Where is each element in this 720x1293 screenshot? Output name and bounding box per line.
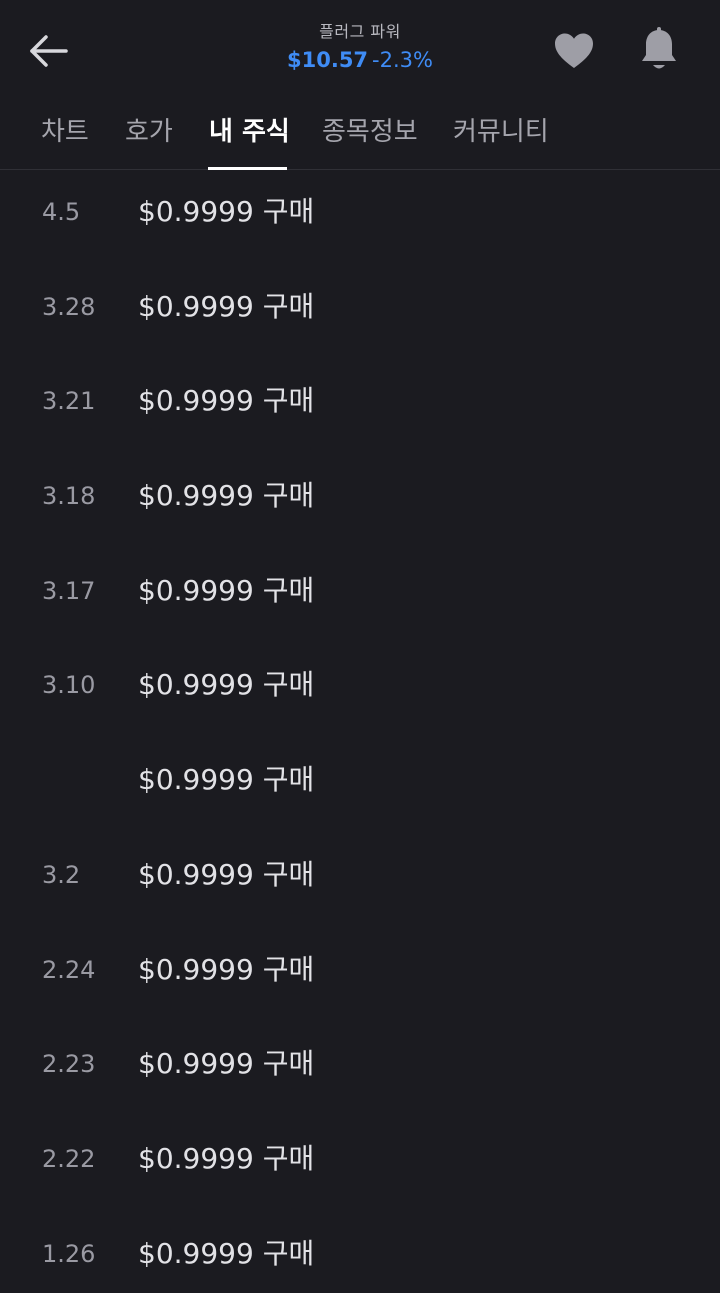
- transaction-description: $0.9999 구매: [138, 1044, 314, 1084]
- transaction-row[interactable]: 3.21 $0.9999 구매: [0, 359, 720, 454]
- stock-name: 플러그 파워: [319, 22, 401, 41]
- transaction-date: 3.17: [42, 576, 96, 605]
- transaction-date: 3.10: [42, 671, 96, 700]
- transaction-amount: $0.9999: [138, 1141, 254, 1175]
- transaction-type: 구매: [262, 573, 315, 607]
- transaction-description: $0.9999 구매: [138, 760, 314, 800]
- transaction-row[interactable]: 3.10 $0.9999 구매: [0, 643, 720, 738]
- transaction-date: 3.28: [42, 292, 96, 321]
- transaction-type: 구매: [262, 1047, 315, 1081]
- back-arrow-icon: [30, 35, 68, 67]
- transaction-row[interactable]: $0.9999 구매: [0, 738, 720, 833]
- heart-icon: [555, 33, 593, 68]
- transaction-description: $0.9999 구매: [138, 381, 314, 421]
- transaction-amount: $0.9999: [138, 384, 254, 418]
- app-root: 플러그 파워 $10.57 -2.3% 차트 호가 내 주식 종목정보 커뮤니티 …: [0, 0, 720, 1293]
- transaction-list: 4.5 $0.9999 구매 3.28 $0.9999 구매 3.21 $0.9999 구…: [0, 170, 720, 1293]
- transaction-amount: $0.9999: [138, 1047, 254, 1081]
- transaction-date: 3.2: [42, 860, 81, 889]
- transaction-row[interactable]: 3.17 $0.9999 구매: [0, 549, 720, 644]
- transaction-description: $0.9999 구매: [138, 950, 314, 990]
- transaction-amount: $0.9999: [138, 479, 254, 513]
- transaction-type: 구매: [262, 668, 315, 702]
- top-bar: 플러그 파워 $10.57 -2.3%: [0, 0, 720, 100]
- transaction-type: 구매: [262, 384, 315, 418]
- bell-icon: [642, 27, 676, 69]
- price-change: -2.3%: [372, 48, 433, 72]
- transaction-description: $0.9999 구매: [138, 476, 314, 516]
- transaction-amount: $0.9999: [138, 195, 254, 228]
- price-line: $10.57 -2.3%: [160, 46, 560, 74]
- transaction-row[interactable]: 2.23 $0.9999 구매: [0, 1022, 720, 1117]
- transaction-description: $0.9999 구매: [138, 665, 314, 705]
- transaction-description: $0.9999 구매: [138, 192, 314, 232]
- transaction-date: 2.23: [42, 1050, 96, 1079]
- transaction-description: $0.9999 구매: [138, 1234, 314, 1274]
- transaction-type: 구매: [262, 195, 315, 228]
- current-price: $10.57: [287, 48, 369, 72]
- transaction-type: 구매: [262, 479, 315, 513]
- back-button[interactable]: [22, 28, 74, 74]
- transaction-amount: $0.9999: [138, 668, 254, 702]
- transaction-type: 구매: [262, 763, 315, 797]
- transaction-amount: $0.9999: [138, 289, 254, 323]
- transaction-type: 구매: [262, 857, 315, 891]
- tab-community[interactable]: 커뮤니티: [453, 112, 549, 152]
- transaction-type: 구매: [262, 952, 315, 986]
- transaction-date: 3.18: [42, 482, 96, 511]
- transaction-description: $0.9999 구매: [138, 571, 314, 611]
- stock-title-block: 플러그 파워 $10.57 -2.3%: [160, 20, 560, 74]
- transaction-amount: $0.9999: [138, 573, 254, 607]
- tab-my-stock[interactable]: 내 주식: [209, 112, 290, 152]
- transaction-row[interactable]: 2.22 $0.9999 구매: [0, 1117, 720, 1212]
- tab-stock-info[interactable]: 종목정보: [322, 112, 418, 152]
- tab-chart[interactable]: 차트: [41, 112, 89, 152]
- transaction-type: 구매: [262, 1141, 315, 1175]
- tab-orderbook[interactable]: 호가: [125, 112, 173, 152]
- transaction-amount: $0.9999: [138, 763, 254, 797]
- transaction-type: 구매: [262, 1236, 315, 1270]
- transaction-row[interactable]: 3.2 $0.9999 구매: [0, 833, 720, 928]
- transaction-row[interactable]: 1.26 $0.9999 구매: [0, 1212, 720, 1293]
- transaction-type: 구매: [262, 289, 315, 323]
- transaction-amount: $0.9999: [138, 857, 254, 891]
- transaction-row[interactable]: 2.24 $0.9999 구매: [0, 928, 720, 1023]
- transaction-row[interactable]: 3.18 $0.9999 구매: [0, 454, 720, 549]
- transaction-description: $0.9999 구매: [138, 287, 314, 327]
- transaction-date: 2.24: [42, 955, 96, 984]
- transaction-amount: $0.9999: [138, 1236, 254, 1270]
- transaction-row[interactable]: 4.5 $0.9999 구매: [0, 170, 720, 265]
- transaction-date: 2.22: [42, 1144, 96, 1173]
- favorite-button[interactable]: [552, 30, 596, 72]
- transaction-row[interactable]: 3.28 $0.9999 구매: [0, 265, 720, 360]
- transaction-date: 1.26: [42, 1239, 96, 1268]
- transaction-amount: $0.9999: [138, 952, 254, 986]
- transaction-date: 4.5: [42, 198, 81, 226]
- transaction-date: 3.21: [42, 387, 96, 416]
- transaction-description: $0.9999 구매: [138, 1139, 314, 1179]
- transaction-description: $0.9999 구매: [138, 855, 314, 895]
- notification-button[interactable]: [638, 26, 680, 74]
- tab-bar: 차트 호가 내 주식 종목정보 커뮤니티: [0, 100, 720, 170]
